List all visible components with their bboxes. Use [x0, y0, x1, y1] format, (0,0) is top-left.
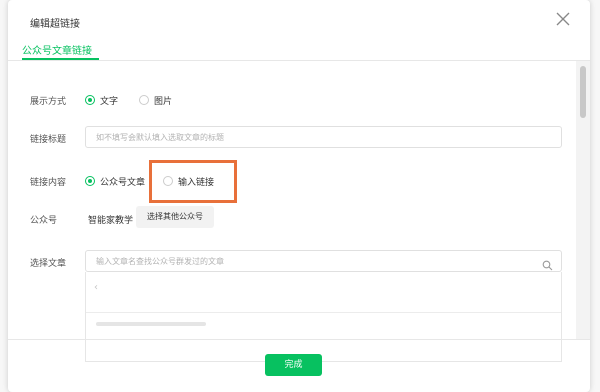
link-content-article-label[interactable]: 公众号文章	[100, 175, 145, 188]
display-mode-text-radio[interactable]	[85, 95, 95, 105]
article-results-panel: ‹	[85, 272, 562, 362]
footer-divider	[8, 339, 590, 340]
scrollbar-thumb[interactable]	[580, 66, 586, 118]
edit-hyperlink-dialog: 编辑超链接 公众号文章链接 展示方式 文字 图片 链接标题 如不填写会默认填入选…	[8, 0, 590, 392]
link-content-label: 链接内容	[30, 178, 67, 188]
header-divider	[8, 60, 590, 61]
dialog-title: 编辑超链接	[30, 19, 80, 30]
results-divider	[86, 312, 561, 313]
chevron-left-icon[interactable]: ‹	[94, 282, 98, 293]
account-name: 智能家教学	[88, 216, 134, 226]
close-icon[interactable]	[554, 10, 572, 28]
display-mode-label: 展示方式	[30, 97, 67, 107]
article-search-input[interactable]: 输入文章名查找公众号群发过的文章	[85, 250, 562, 272]
annotation-highlight-box	[149, 160, 237, 203]
account-label: 公众号	[30, 216, 58, 226]
display-mode-text-label[interactable]: 文字	[100, 94, 118, 107]
tab-official-account-article-link[interactable]: 公众号文章链接	[22, 42, 92, 57]
select-other-account-button[interactable]: 选择其他公众号	[136, 206, 214, 228]
link-title-placeholder: 如不填写会默认填入选取文章的标题	[96, 133, 224, 142]
done-button[interactable]: 完成	[265, 354, 322, 376]
link-title-input[interactable]: 如不填写会默认填入选取文章的标题	[85, 126, 562, 148]
article-search-placeholder: 输入文章名查找公众号群发过的文章	[96, 257, 224, 266]
link-title-label: 链接标题	[30, 135, 67, 145]
select-article-label: 选择文章	[30, 259, 67, 269]
display-mode-image-label[interactable]: 图片	[154, 94, 172, 107]
search-icon[interactable]	[542, 256, 553, 271]
link-content-article-radio[interactable]	[85, 176, 95, 186]
display-mode-image-radio[interactable]	[139, 95, 149, 105]
list-item[interactable]	[96, 322, 206, 326]
